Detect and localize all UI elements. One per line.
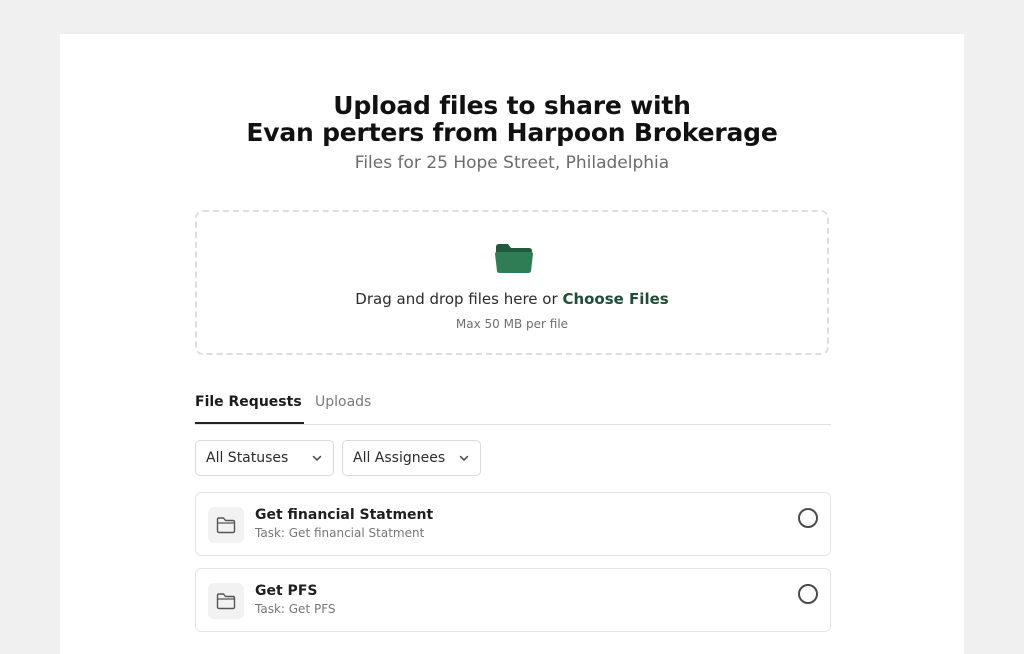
folder-icon [495, 244, 533, 273]
title-line-1: Upload files to share with [333, 91, 691, 120]
page-header: Upload files to share with Evan perters … [60, 92, 964, 174]
assignee-filter-value: All Assignees [353, 450, 446, 466]
request-folder-tile [208, 507, 244, 543]
dropzone-prompt-text: Drag and drop files here or [355, 290, 558, 308]
request-folder-tile [208, 583, 244, 619]
upload-card: Upload files to share with Evan perters … [60, 34, 964, 654]
request-subtitle: Task: Get financial Statment [255, 526, 425, 540]
request-title: Get PFS [255, 583, 318, 599]
chevron-down-icon [459, 455, 469, 461]
tab-bar: File Requests Uploads [195, 386, 831, 425]
dropzone-hint: Max 50 MB per file [455, 317, 569, 331]
folder-outline-icon [216, 517, 236, 534]
title-line-2: Evan perters from Harpoon Brokerage [246, 118, 778, 147]
file-dropzone[interactable]: Drag and drop files here or Choose Files… [195, 210, 829, 355]
tab-uploads[interactable]: Uploads [315, 394, 371, 424]
page-subtitle: Files for 25 Hope Street, Philadelphia [354, 153, 670, 173]
assignee-filter-select[interactable]: All Assignees [342, 440, 481, 476]
chevron-down-icon [312, 455, 322, 461]
page-title: Upload files to share with Evan perters … [60, 92, 964, 146]
folder-outline-icon [216, 593, 236, 610]
file-request-item[interactable]: Get financial Statment Task: Get financi… [195, 492, 831, 556]
choose-files-link[interactable]: Choose Files [562, 290, 668, 308]
request-subtitle: Task: Get PFS [255, 602, 336, 616]
file-request-item[interactable]: Get PFS Task: Get PFS [195, 568, 831, 632]
dropzone-prompt: Drag and drop files here or Choose Files [197, 290, 827, 308]
request-select-radio[interactable] [798, 508, 818, 528]
tab-file-requests[interactable]: File Requests [195, 394, 304, 424]
status-filter-value: All Statuses [206, 450, 289, 466]
request-select-radio[interactable] [798, 584, 818, 604]
status-filter-select[interactable]: All Statuses [195, 440, 334, 476]
request-title: Get financial Statment [255, 507, 434, 523]
